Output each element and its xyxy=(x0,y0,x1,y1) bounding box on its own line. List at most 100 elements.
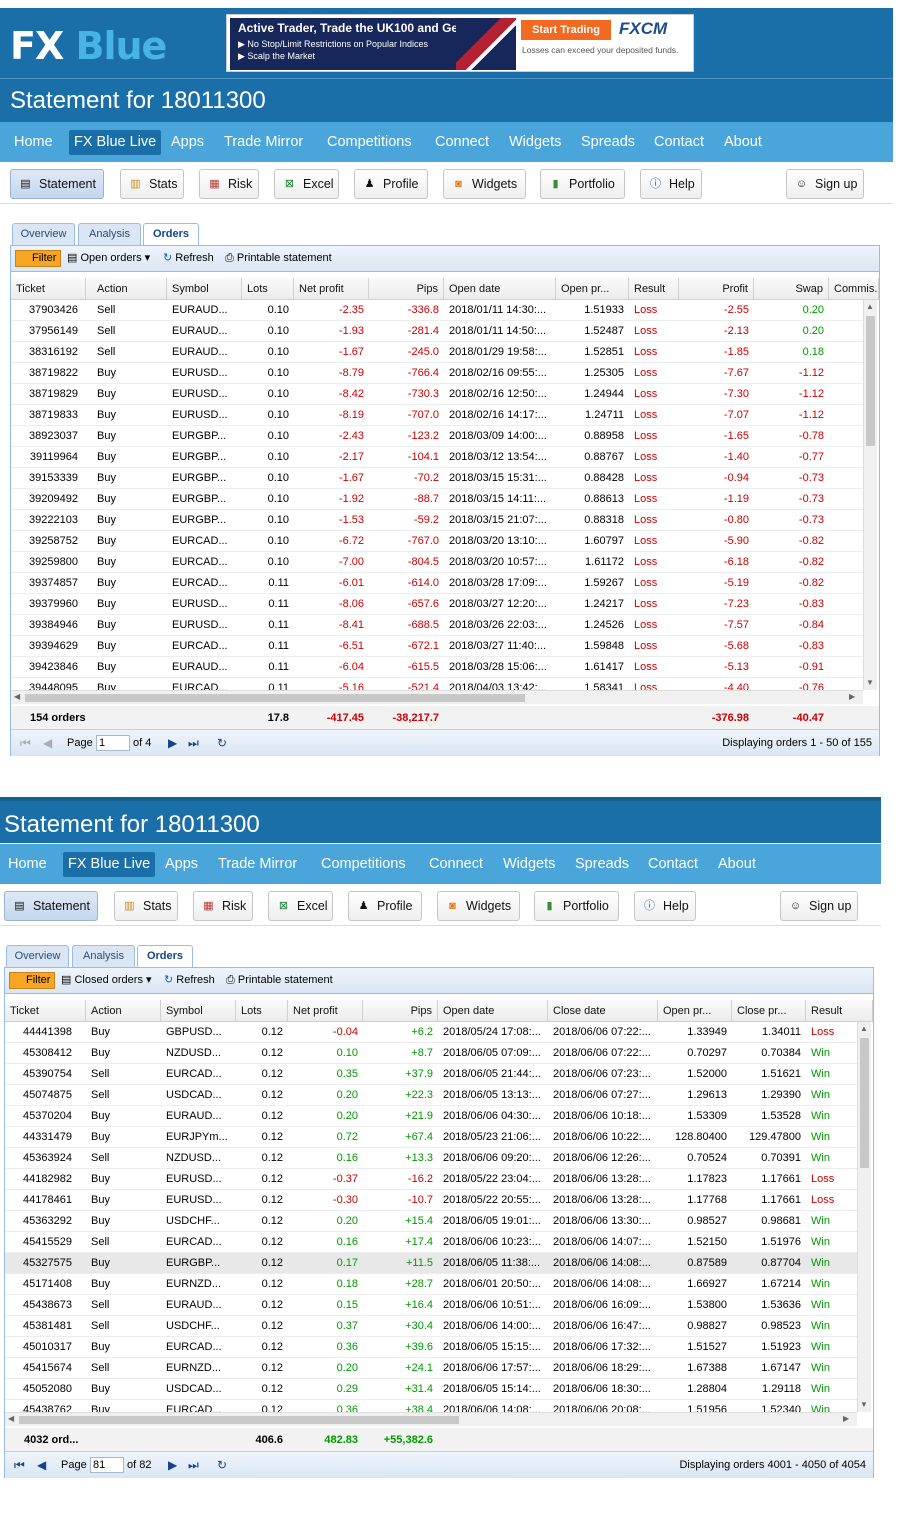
table-row[interactable]: 45370204 Buy EURAUD... 0.12 0.20 +21.9 2018/06… xyxy=(5,1106,857,1127)
col-result[interactable]: Result xyxy=(806,1000,873,1022)
table-row[interactable]: 44441398 Buy GBPUSD... 0.12 -0.04 +6.2 2018/05… xyxy=(5,1022,857,1043)
tab-analysis[interactable]: Analysis xyxy=(78,223,141,245)
ad-cta-button[interactable]: Start Trading xyxy=(521,20,611,40)
table-row[interactable]: 39119964 Buy EURGBP... 0.10 -2.17 -104.1 2018/… xyxy=(11,447,863,468)
nav-apps[interactable]: Apps xyxy=(171,122,204,162)
table-row[interactable]: 39259800 Buy EURCAD... 0.10 -7.00 -804.5 2018/… xyxy=(11,552,863,573)
help-button[interactable]: ⓘ Help xyxy=(634,891,696,921)
table-row[interactable]: 44331479 Buy EURJPYm... 0.12 0.72 +67.4 2018/0… xyxy=(5,1127,857,1148)
table-row[interactable]: 45363292 Buy USDCHF... 0.12 0.20 +15.4 2018/06… xyxy=(5,1211,857,1232)
table-row[interactable]: 45381481 Sell USDCHF... 0.12 0.37 +30.4 2018/0… xyxy=(5,1316,857,1337)
table-row[interactable]: 44182982 Buy EURUSD... 0.12 -0.37 -16.2 2018/0… xyxy=(5,1169,857,1190)
col-net-profit[interactable]: Net profit xyxy=(294,278,369,300)
col-action[interactable]: Action xyxy=(86,1000,161,1022)
col-open-price[interactable]: Open pr... xyxy=(556,278,629,300)
col-action[interactable]: Action xyxy=(92,278,167,300)
nav-widgets[interactable]: Widgets xyxy=(503,844,555,884)
scroll-down-icon[interactable]: ▼ xyxy=(860,1400,868,1409)
col-lots[interactable]: Lots xyxy=(236,1000,288,1022)
stats-button[interactable]: ▥ Stats xyxy=(120,169,184,199)
col-profit[interactable]: Profit xyxy=(679,278,754,300)
scroll-thumb[interactable] xyxy=(860,1038,869,1168)
refresh-icon[interactable]: ↻ xyxy=(217,730,227,756)
table-row[interactable]: 38719829 Buy EURUSD... 0.10 -8.42 -730.3 2018/… xyxy=(11,384,863,405)
horizontal-scrollbar[interactable]: ◀ ▶ xyxy=(5,1412,857,1426)
nav-connect[interactable]: Connect xyxy=(429,844,483,884)
scroll-right-icon[interactable]: ▶ xyxy=(843,1414,849,1423)
table-row[interactable]: 39379960 Buy EURUSD... 0.11 -8.06 -657.6 2018/… xyxy=(11,594,863,615)
table-row[interactable]: 45415674 Sell EURNZD... 0.12 0.20 +24.1 2018/0… xyxy=(5,1358,857,1379)
next-page-icon[interactable]: ▶ xyxy=(168,730,177,756)
stats-button[interactable]: ▥ Stats xyxy=(114,891,178,921)
table-row[interactable]: 45438673 Sell EURAUD... 0.12 0.15 +16.4 2018/0… xyxy=(5,1295,857,1316)
nav-connect[interactable]: Connect xyxy=(435,122,489,162)
table-row[interactable]: 38316192 Sell EURAUD... 0.10 -1.67 -245.0 2018… xyxy=(11,342,863,363)
next-page-icon[interactable]: ▶ xyxy=(168,1452,177,1478)
tab-orders[interactable]: Orders xyxy=(137,945,193,968)
col-open-price[interactable]: Open pr... xyxy=(658,1000,732,1022)
nav-trade-mirror[interactable]: Trade Mirror xyxy=(224,122,303,162)
col-symbol[interactable]: Symbol xyxy=(167,278,242,300)
nav-trade-mirror[interactable]: Trade Mirror xyxy=(218,844,297,884)
refresh-button[interactable]: ↻ Refresh xyxy=(163,251,214,266)
widgets-button[interactable]: ◙ Widgets xyxy=(437,891,520,921)
vertical-scrollbar[interactable]: ▲ ▼ xyxy=(857,1022,871,1412)
filter-button[interactable]: Filter xyxy=(9,972,56,989)
refresh-icon[interactable]: ↻ xyxy=(217,1452,227,1478)
printable-statement-button[interactable]: ⎙ Printable statement xyxy=(226,973,333,988)
scroll-down-icon[interactable]: ▼ xyxy=(866,678,874,687)
prev-page-icon[interactable]: ◀ xyxy=(37,1452,46,1478)
table-row[interactable]: 39222103 Buy EURGBP... 0.10 -1.53 -59.2 2018/0… xyxy=(11,510,863,531)
tab-overview[interactable]: Overview xyxy=(12,223,75,245)
col-close-date[interactable]: Close date xyxy=(548,1000,658,1022)
col-symbol[interactable]: Symbol xyxy=(161,1000,236,1022)
statement-button[interactable]: ▤ Statement xyxy=(4,891,98,921)
ad-banner[interactable]: Active Trader, Trade the UK100 and Get: … xyxy=(226,14,694,72)
horizontal-scrollbar[interactable]: ◀ ▶ xyxy=(11,690,863,704)
table-row[interactable]: 37903426 Sell EURAUD... 0.10 -2.35 -336.8 2018… xyxy=(11,300,863,321)
help-button[interactable]: ⓘ Help xyxy=(640,169,702,199)
excel-button[interactable]: ⊠ Excel xyxy=(268,891,333,921)
profile-button[interactable]: ♟ Profile xyxy=(354,169,428,199)
scroll-up-icon[interactable]: ▲ xyxy=(860,1024,868,1033)
tab-orders[interactable]: Orders xyxy=(143,223,199,246)
col-pips[interactable]: Pips xyxy=(363,1000,438,1022)
col-result[interactable]: Result xyxy=(629,278,679,300)
risk-button[interactable]: ▦ Risk xyxy=(193,891,253,921)
nav-about[interactable]: About xyxy=(718,844,756,884)
table-row[interactable]: 39153339 Buy EURGBP... 0.10 -1.67 -70.2 2018/0… xyxy=(11,468,863,489)
col-net-profit[interactable]: Net profit xyxy=(288,1000,363,1022)
table-row[interactable]: 39258752 Buy EURCAD... 0.10 -6.72 -767.0 2018/… xyxy=(11,531,863,552)
table-row[interactable]: 39394629 Buy EURCAD... 0.11 -6.51 -672.1 2018/… xyxy=(11,636,863,657)
signup-button[interactable]: ☺ Sign up xyxy=(780,891,858,921)
order-mode-dropdown[interactable]: ▤ Closed orders ▾ xyxy=(61,973,152,988)
table-row[interactable]: 38719822 Buy EURUSD... 0.10 -8.79 -766.4 2018/… xyxy=(11,363,863,384)
table-row[interactable]: 44178461 Buy EURUSD... 0.12 -0.30 -10.7 2018/0… xyxy=(5,1190,857,1211)
profile-button[interactable]: ♟ Profile xyxy=(348,891,422,921)
nav-home[interactable]: Home xyxy=(14,122,53,162)
table-row[interactable]: 45415529 Sell EURCAD... 0.12 0.16 +17.4 2018/0… xyxy=(5,1232,857,1253)
refresh-button[interactable]: ↻ Refresh xyxy=(164,973,215,988)
excel-button[interactable]: ⊠ Excel xyxy=(274,169,339,199)
nav-home[interactable]: Home xyxy=(8,844,47,884)
nav-about[interactable]: About xyxy=(724,122,762,162)
table-row[interactable]: 39384946 Buy EURUSD... 0.11 -8.41 -688.5 2018/… xyxy=(11,615,863,636)
table-row[interactable]: 38719833 Buy EURUSD... 0.10 -8.19 -707.0 2018/… xyxy=(11,405,863,426)
scroll-left-icon[interactable]: ◀ xyxy=(8,1414,14,1423)
vertical-scrollbar[interactable]: ▲ ▼ xyxy=(863,300,877,690)
table-row[interactable]: 45074875 Sell USDCAD... 0.12 0.20 +22.3 2018/0… xyxy=(5,1085,857,1106)
nav-spreads[interactable]: Spreads xyxy=(575,844,629,884)
nav-competitions[interactable]: Competitions xyxy=(321,844,406,884)
table-row[interactable]: 45390754 Sell EURCAD... 0.12 0.35 +37.9 2018/0… xyxy=(5,1064,857,1085)
col-pips[interactable]: Pips xyxy=(369,278,444,300)
nav-fx-blue-live[interactable]: FX Blue Live xyxy=(69,130,162,155)
portfolio-button[interactable]: ▮ Portfolio xyxy=(534,891,619,921)
col-close-price[interactable]: Close pr... xyxy=(732,1000,806,1022)
nav-widgets[interactable]: Widgets xyxy=(509,122,561,162)
col-ticket[interactable]: Ticket xyxy=(11,278,86,300)
nav-fx-blue-live[interactable]: FX Blue Live xyxy=(63,852,156,877)
scroll-thumb[interactable] xyxy=(866,316,875,446)
col-open-date[interactable]: Open date xyxy=(444,278,556,300)
tab-analysis[interactable]: Analysis xyxy=(72,945,135,967)
nav-contact[interactable]: Contact xyxy=(648,844,698,884)
